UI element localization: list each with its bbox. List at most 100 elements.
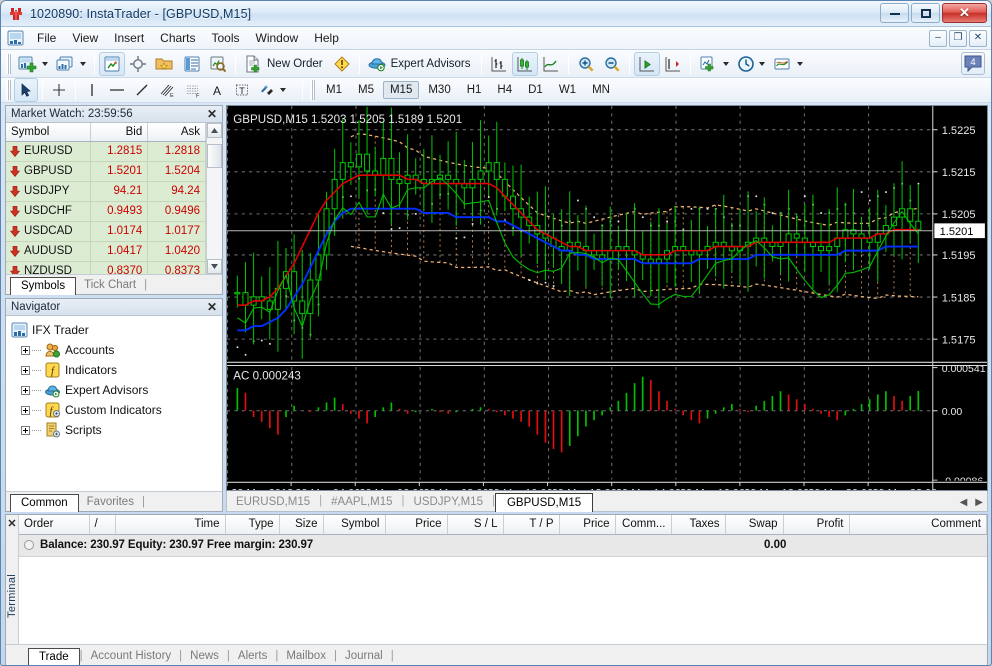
cursor-tool-button[interactable] bbox=[14, 78, 38, 102]
window-minimize-button[interactable] bbox=[880, 3, 909, 23]
bid-cell[interactable]: 0.8370 bbox=[90, 261, 148, 274]
orders-column-time[interactable]: Time bbox=[115, 515, 225, 534]
symbol-cell[interactable]: AUDUSD bbox=[6, 241, 90, 261]
terminal-tab-trade[interactable]: Trade bbox=[28, 648, 80, 666]
new-chart-button[interactable] bbox=[14, 52, 52, 76]
fibonacci-tool-button[interactable]: F bbox=[180, 78, 206, 102]
terminal-tab-mailbox[interactable]: Mailbox bbox=[278, 648, 334, 665]
ask-cell[interactable]: 1.0420 bbox=[148, 241, 206, 261]
zoom-out-button[interactable] bbox=[599, 52, 625, 76]
column-header-bid[interactable]: Bid bbox=[90, 123, 148, 141]
column-header-symbol[interactable]: Symbol bbox=[6, 123, 90, 141]
orders-empty-area[interactable] bbox=[19, 557, 987, 645]
text-tool-button[interactable]: A bbox=[206, 78, 230, 102]
expand-plus-icon[interactable] bbox=[21, 346, 30, 355]
scrollbar-track[interactable] bbox=[207, 138, 222, 259]
orders-column-profit[interactable]: Profit bbox=[783, 515, 849, 534]
ask-cell[interactable]: 1.0177 bbox=[148, 221, 206, 241]
strategy-tester-button[interactable] bbox=[205, 52, 231, 76]
toolbar-grip[interactable] bbox=[6, 54, 11, 74]
chart-tab-scroll[interactable]: ◀ ▶ bbox=[960, 497, 983, 508]
bid-cell[interactable]: 1.0417 bbox=[90, 241, 148, 261]
chart-shift-button[interactable] bbox=[660, 52, 686, 76]
chart-tab-aapl[interactable]: #AAPL,M15 bbox=[322, 493, 401, 511]
auto-scroll-button[interactable] bbox=[634, 52, 660, 76]
tab-tick-chart[interactable]: Tick Chart bbox=[76, 277, 144, 294]
market-watch-row[interactable]: NZDUSD0.83700.8373 bbox=[6, 261, 206, 274]
menu-item-file[interactable]: File bbox=[29, 28, 64, 48]
bid-cell[interactable]: 1.0174 bbox=[90, 221, 148, 241]
periods-button[interactable] bbox=[733, 52, 769, 76]
bid-cell[interactable]: 94.21 bbox=[90, 181, 148, 201]
period-button-m5[interactable]: M5 bbox=[351, 81, 381, 99]
bid-cell[interactable]: 0.9493 bbox=[90, 201, 148, 221]
scroll-down-button[interactable] bbox=[207, 259, 222, 274]
period-button-m30[interactable]: M30 bbox=[421, 81, 457, 99]
mdi-close-button[interactable]: ✕ bbox=[969, 30, 987, 47]
orders-column-s-l[interactable]: S / L bbox=[447, 515, 503, 534]
symbol-cell[interactable]: GBPUSD bbox=[6, 161, 90, 181]
navigator-item-indicators[interactable]: fIndicators bbox=[11, 360, 222, 380]
tab-symbols[interactable]: Symbols bbox=[10, 277, 76, 295]
menu-item-help[interactable]: Help bbox=[306, 28, 347, 48]
tab-common[interactable]: Common bbox=[10, 494, 79, 512]
new-order-button[interactable]: New Order bbox=[240, 52, 329, 76]
navigator-close-icon[interactable]: ✕ bbox=[205, 300, 219, 314]
shapes-tool-button[interactable] bbox=[254, 78, 290, 102]
navigator-button[interactable] bbox=[125, 52, 151, 76]
orders-column-symbol[interactable]: Symbol bbox=[323, 515, 385, 534]
terminal-tab-journal[interactable]: Journal bbox=[337, 648, 391, 665]
horizontal-line-tool-button[interactable] bbox=[104, 78, 130, 102]
mdi-restore-button[interactable]: ❐ bbox=[949, 30, 967, 47]
expand-plus-icon[interactable] bbox=[21, 366, 30, 375]
market-watch-close-icon[interactable]: ✕ bbox=[205, 107, 219, 121]
period-button-m1[interactable]: M1 bbox=[319, 81, 349, 99]
orders-column-order[interactable]: Order bbox=[19, 515, 89, 534]
orders-column-size[interactable]: Size bbox=[279, 515, 323, 534]
chart-window[interactable]: 1.52251.52151.52051.51951.51851.51751.52… bbox=[226, 105, 988, 491]
tab-scroll-left-icon[interactable]: ◀ bbox=[960, 497, 968, 508]
market-watch-row[interactable]: USDCAD1.01741.0177 bbox=[6, 221, 206, 241]
zoom-in-button[interactable] bbox=[573, 52, 599, 76]
period-button-mn[interactable]: MN bbox=[585, 81, 617, 99]
data-window-button[interactable] bbox=[179, 52, 205, 76]
terminal-tab-alerts[interactable]: Alerts bbox=[230, 648, 275, 665]
scroll-up-button[interactable] bbox=[207, 123, 222, 138]
ask-cell[interactable]: 1.5204 bbox=[148, 161, 206, 181]
tab-favorites[interactable]: Favorites bbox=[79, 494, 142, 511]
profiles-button[interactable] bbox=[52, 52, 90, 76]
terminal-close-icon[interactable]: ✕ bbox=[7, 517, 16, 530]
balance-row[interactable]: Balance: 230.97 Equity: 230.97 Free marg… bbox=[19, 535, 987, 557]
market-watch-row[interactable]: USDCHF0.94930.9496 bbox=[6, 201, 206, 221]
navigator-item-custom-indicators[interactable]: fCustom Indicators bbox=[11, 400, 222, 420]
scrollbar-thumb[interactable] bbox=[207, 144, 222, 168]
symbol-cell[interactable]: USDCHF bbox=[6, 201, 90, 221]
ask-cell[interactable]: 94.24 bbox=[148, 181, 206, 201]
indicators-button[interactable] bbox=[695, 52, 733, 76]
terminal-tab-account-history[interactable]: Account History bbox=[83, 648, 180, 665]
navigator-item-accounts[interactable]: Accounts bbox=[11, 340, 222, 360]
tab-scroll-right-icon[interactable]: ▶ bbox=[975, 497, 983, 508]
bid-cell[interactable]: 1.5201 bbox=[90, 161, 148, 181]
market-watch-row[interactable]: AUDUSD1.04171.0420 bbox=[6, 241, 206, 261]
orders-column-price[interactable]: Price bbox=[385, 515, 447, 534]
navigator-item-expert-advisors[interactable]: Expert Advisors bbox=[11, 380, 222, 400]
menu-item-charts[interactable]: Charts bbox=[152, 28, 203, 48]
orders-column-price[interactable]: Price bbox=[559, 515, 615, 534]
period-button-h4[interactable]: H4 bbox=[490, 81, 519, 99]
market-watch-row[interactable]: USDJPY94.2194.24 bbox=[6, 181, 206, 201]
expert-advisors-button[interactable]: Expert Advisors bbox=[364, 52, 477, 76]
vertical-line-tool-button[interactable] bbox=[80, 78, 104, 102]
orders-column-comment[interactable]: Comment bbox=[849, 515, 987, 534]
ask-cell[interactable]: 1.2818 bbox=[148, 141, 206, 161]
symbol-cell[interactable]: USDCAD bbox=[6, 221, 90, 241]
terminal-tab-news[interactable]: News bbox=[182, 648, 227, 665]
orders-column-comm[interactable]: Comm... bbox=[615, 515, 671, 534]
orders-column-t-p[interactable]: T / P bbox=[503, 515, 559, 534]
navigator-item-scripts[interactable]: Scripts bbox=[11, 420, 222, 440]
symbol-cell[interactable]: EURUSD bbox=[6, 141, 90, 161]
orders-column-taxes[interactable]: Taxes bbox=[671, 515, 725, 534]
symbol-cell[interactable]: USDJPY bbox=[6, 181, 90, 201]
bid-cell[interactable]: 1.2815 bbox=[90, 141, 148, 161]
crosshair-tool-button[interactable] bbox=[47, 78, 71, 102]
